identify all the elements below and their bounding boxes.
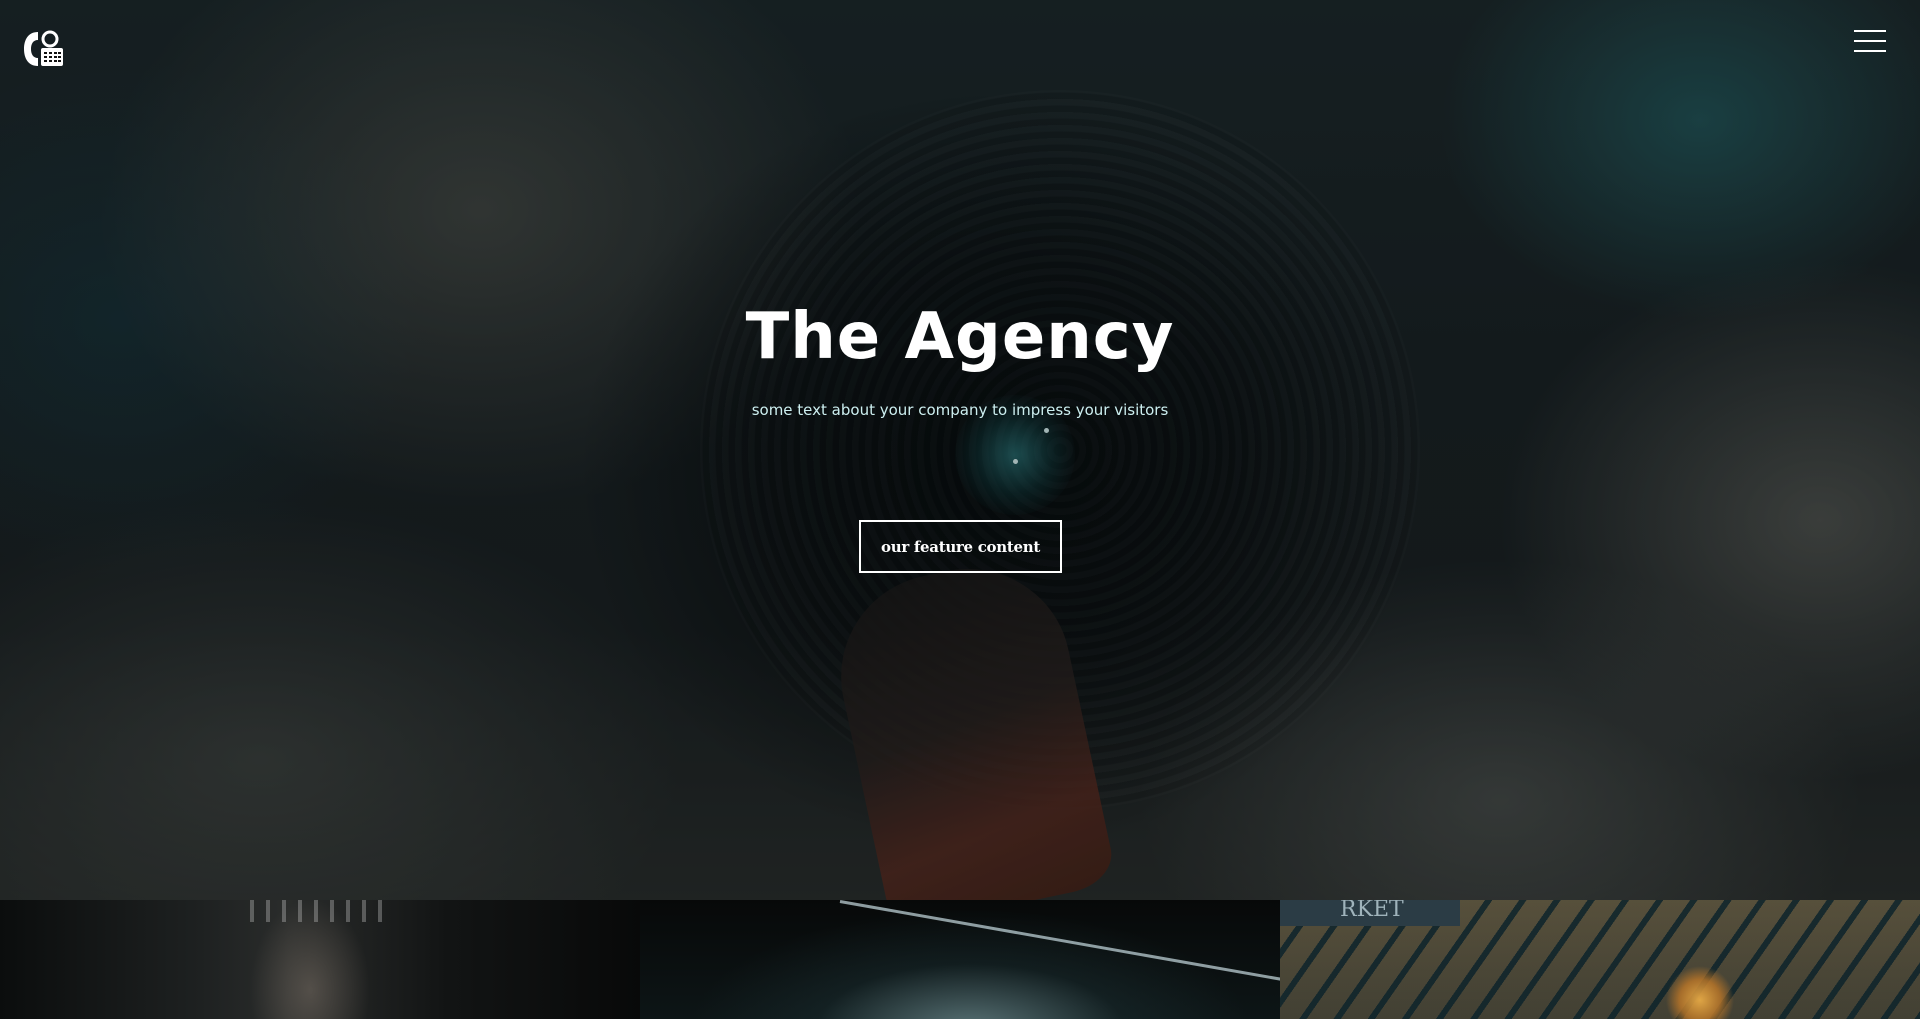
tile-misty-blue[interactable] xyxy=(640,900,1280,1019)
market-sign: RKET xyxy=(1280,900,1460,926)
hero-section xyxy=(0,0,1920,900)
tile-woman-dark-room[interactable] xyxy=(0,900,640,1019)
tile-decor xyxy=(839,900,1280,983)
hero-subtitle: some text about your company to impress … xyxy=(751,401,1169,419)
hamburger-menu-icon[interactable] xyxy=(1854,30,1886,56)
logo-icon[interactable] xyxy=(22,28,66,70)
feature-content-button[interactable]: our feature content xyxy=(859,520,1062,573)
menu-line xyxy=(1854,40,1886,42)
menu-line xyxy=(1854,30,1886,32)
tile-decor xyxy=(250,900,390,922)
tile-market-station[interactable]: RKET xyxy=(1280,900,1920,1019)
portfolio-tiles: RKET xyxy=(0,900,1920,1019)
menu-line xyxy=(1854,50,1886,52)
hero-overlay xyxy=(0,0,1920,900)
hero-title: The Agency xyxy=(745,300,1175,374)
